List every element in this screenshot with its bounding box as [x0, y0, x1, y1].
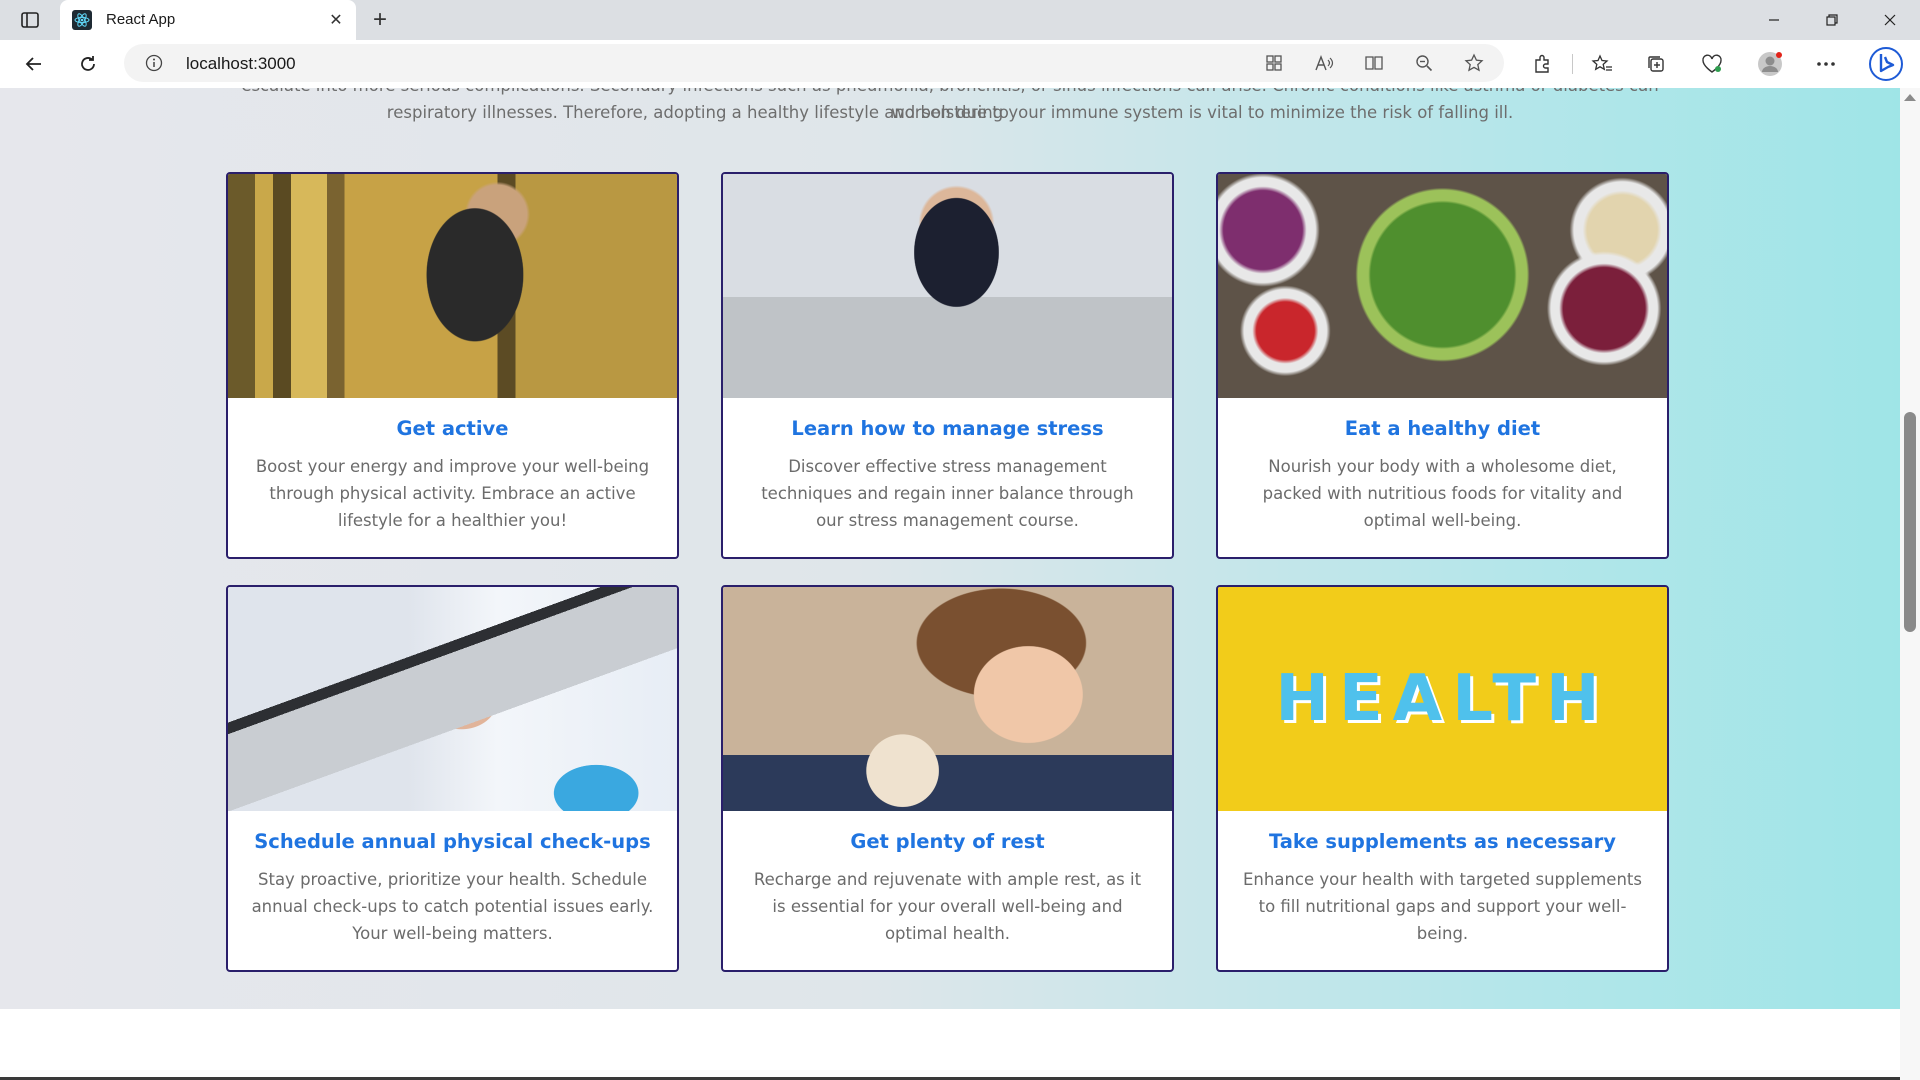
- tab-close-button[interactable]: ✕: [326, 10, 346, 30]
- next-section: [0, 1009, 1900, 1080]
- card-title: Schedule annual physical check-ups: [254, 830, 651, 853]
- card-title: Learn how to manage stress: [791, 417, 1104, 440]
- bing-copilot-icon[interactable]: [1866, 44, 1906, 84]
- card-title: Get active: [396, 417, 509, 440]
- favorites-icon[interactable]: [1586, 48, 1618, 80]
- scroll-thumb[interactable]: [1904, 412, 1916, 632]
- tab-actions-icon[interactable]: [14, 8, 46, 32]
- health-pills-word: HEALTH: [1275, 662, 1610, 736]
- profile-avatar-icon[interactable]: [1754, 48, 1786, 80]
- immersive-reader-icon[interactable]: [1362, 51, 1386, 75]
- browser-toolbar: localhost:3000: [0, 40, 1920, 89]
- browser-tab-bar: React App ✕ +: [0, 0, 1920, 40]
- new-tab-button[interactable]: +: [364, 8, 396, 32]
- card-description: Enhance your health with targeted supple…: [1243, 870, 1642, 943]
- url-text[interactable]: localhost:3000: [186, 54, 296, 74]
- extensions-icon[interactable]: [1526, 48, 1558, 80]
- page-scrollbar[interactable]: [1900, 88, 1920, 1080]
- back-arrow-icon[interactable]: [18, 48, 50, 80]
- page-viewport: escalate into more serious complications…: [0, 88, 1900, 1080]
- card-image-salad-bowls: [1218, 174, 1667, 398]
- card-description: Boost your energy and improve your well-…: [255, 457, 650, 530]
- card-title: Take supplements as necessary: [1268, 830, 1616, 853]
- read-aloud-icon[interactable]: [1312, 51, 1336, 75]
- tip-card-healthy-diet[interactable]: Eat a healthy diet Nourish your body wit…: [1216, 172, 1669, 559]
- close-window-button[interactable]: [1868, 6, 1912, 34]
- card-image-stressed-student: [723, 174, 1172, 398]
- card-image-health-pills: HEALTH: [1218, 587, 1667, 811]
- restore-button[interactable]: [1810, 6, 1854, 34]
- tip-card-plenty-of-rest[interactable]: Get plenty of rest Recharge and rejuvena…: [721, 585, 1174, 972]
- more-options-icon[interactable]: [1810, 48, 1842, 80]
- scroll-up-arrow-icon[interactable]: [1904, 94, 1916, 101]
- site-info-icon[interactable]: [144, 53, 164, 73]
- card-image-sleeping-child: [723, 587, 1172, 811]
- tip-card-supplements[interactable]: HEALTH Take supplements as necessary Enh…: [1216, 585, 1669, 972]
- intro-text-line: respiratory illnesses. Therefore, adopti…: [386, 103, 1514, 122]
- card-title: Get plenty of rest: [850, 830, 1045, 853]
- card-image-runner: [228, 174, 677, 398]
- react-favicon-icon: [72, 10, 92, 30]
- zoom-out-icon[interactable]: [1412, 51, 1436, 75]
- tip-card-manage-stress[interactable]: Learn how to manage stress Discover effe…: [721, 172, 1174, 559]
- address-bar[interactable]: localhost:3000: [124, 44, 1504, 82]
- reload-icon[interactable]: [72, 48, 104, 80]
- collections-icon[interactable]: [1640, 48, 1672, 80]
- card-image-doctor-clipboard: [228, 587, 677, 811]
- card-description: Discover effective stress management tec…: [761, 457, 1134, 530]
- tip-card-annual-checkups[interactable]: Schedule annual physical check-ups Stay …: [226, 585, 679, 972]
- card-description: Nourish your body with a wholesome diet,…: [1262, 457, 1623, 530]
- browser-essentials-icon[interactable]: [1696, 48, 1728, 80]
- tip-card-get-active[interactable]: Get active Boost your energy and improve…: [226, 172, 679, 559]
- toolbar-separator: [1572, 54, 1573, 74]
- minimize-button[interactable]: [1752, 6, 1796, 34]
- tips-section: escalate into more serious complications…: [0, 88, 1900, 1009]
- card-title: Eat a healthy diet: [1344, 417, 1541, 440]
- browser-tab[interactable]: React App ✕: [60, 0, 356, 40]
- card-description: Recharge and rejuvenate with ample rest,…: [753, 870, 1142, 943]
- tab-title: React App: [106, 11, 176, 28]
- app-available-icon[interactable]: [1262, 51, 1286, 75]
- card-description: Stay proactive, prioritize your health. …: [251, 870, 654, 943]
- favorite-star-icon[interactable]: [1462, 51, 1486, 75]
